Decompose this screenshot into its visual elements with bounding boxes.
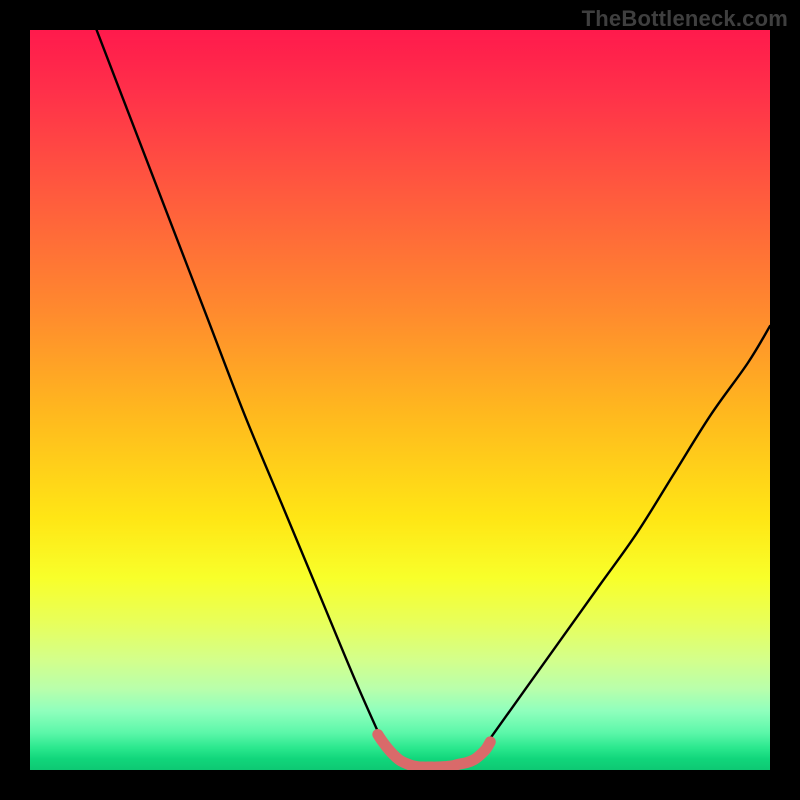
curve-left bbox=[97, 30, 386, 748]
plot-area bbox=[30, 30, 770, 770]
chart-frame: TheBottleneck.com bbox=[0, 0, 800, 800]
watermark-text: TheBottleneck.com bbox=[582, 6, 788, 32]
curve-right bbox=[489, 326, 770, 740]
chart-svg bbox=[30, 30, 770, 770]
valley-highlight bbox=[378, 734, 490, 767]
